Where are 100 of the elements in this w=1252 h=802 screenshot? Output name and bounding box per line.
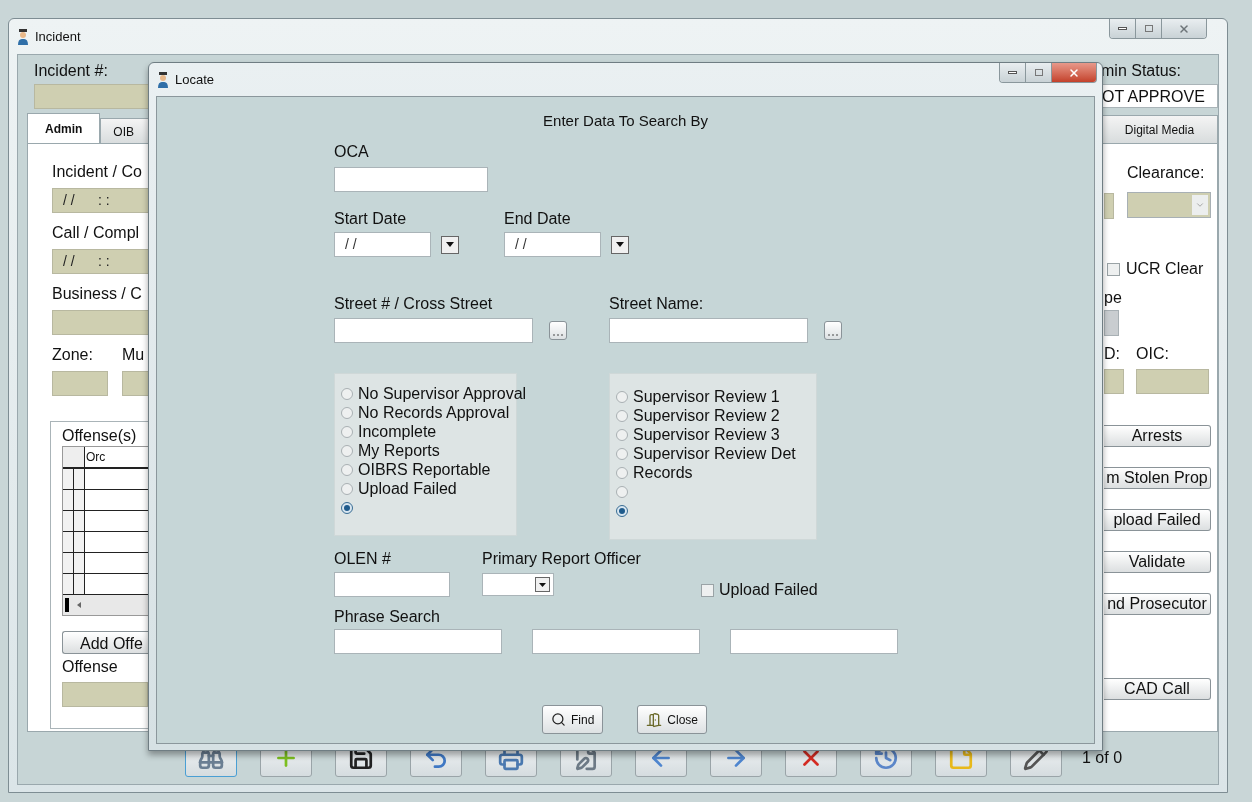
- field-label: Phrase Search: [334, 607, 441, 627]
- minimize-button[interactable]: [1000, 63, 1026, 82]
- field-label: Street # / Cross Street: [334, 294, 494, 314]
- caret-icon: [539, 582, 546, 587]
- phrase-field[interactable]: [532, 629, 700, 654]
- checkbox-label: Upload Failed: [719, 580, 818, 600]
- radio-button[interactable]: [341, 463, 353, 476]
- scroll-bar[interactable]: [63, 595, 149, 615]
- field-label: Call / Compl: [52, 223, 141, 243]
- dialog-heading: Enter Data To Search By: [542, 112, 709, 130]
- radio-label: My Reports: [358, 441, 440, 460]
- field-label: Offense: [62, 657, 119, 677]
- radio-button[interactable]: [616, 409, 628, 422]
- radio-button[interactable]: [616, 504, 628, 517]
- input-field[interactable]: [52, 310, 149, 335]
- row-header-cell: [63, 553, 85, 573]
- input-field[interactable]: [1104, 369, 1124, 394]
- radio-button[interactable]: [341, 444, 353, 457]
- input-field[interactable]: / / : :: [52, 249, 149, 274]
- dropdown-button[interactable]: [441, 235, 459, 254]
- radio-button[interactable]: [341, 406, 353, 419]
- radio-button[interactable]: [616, 390, 628, 403]
- radio-label: Supervisor Review 3: [633, 425, 780, 444]
- date-field[interactable]: / /: [334, 232, 431, 257]
- clearance-dropdown[interactable]: [1127, 192, 1211, 218]
- field-label: Primary Report Officer: [482, 549, 642, 569]
- status-field[interactable]: OT APPROVE: [1101, 84, 1218, 108]
- officer-icon: [157, 71, 169, 88]
- tab[interactable]: OIB: [100, 118, 149, 144]
- field-label: Incident #:: [34, 61, 109, 81]
- side-button[interactable]: pload Failed: [1104, 509, 1211, 531]
- oca-field[interactable]: [334, 167, 488, 192]
- side-button[interactable]: Arrests: [1104, 425, 1211, 447]
- type-dropdown[interactable]: [1104, 310, 1119, 336]
- offense-field[interactable]: [62, 682, 148, 707]
- record-count: 1 of 0: [1082, 748, 1123, 768]
- radio-label: No Supervisor Approval: [358, 384, 527, 403]
- field-label: Zone:: [52, 345, 94, 365]
- input-field[interactable]: / / : :: [52, 188, 149, 213]
- field-label: pe: [1104, 288, 1123, 308]
- find-button[interactable]: Find: [542, 705, 604, 734]
- close-button[interactable]: [1162, 19, 1206, 38]
- phrase-field[interactable]: [730, 629, 898, 654]
- door-icon: [646, 711, 663, 728]
- maximize-button[interactable]: [1136, 19, 1162, 38]
- incident-number-field[interactable]: [34, 84, 149, 109]
- close-button[interactable]: Close: [637, 705, 708, 734]
- olen-field[interactable]: [334, 572, 450, 597]
- field-label: End Date: [504, 209, 572, 229]
- checkbox[interactable]: [701, 583, 714, 597]
- side-button[interactable]: m Stolen Prop: [1104, 467, 1211, 489]
- field-label: Clearance:: [1127, 163, 1206, 183]
- radio-label: No Records Approval: [358, 403, 510, 422]
- radio-button[interactable]: [341, 387, 353, 400]
- radio-button[interactable]: [341, 425, 353, 438]
- date-field[interactable]: / /: [504, 232, 601, 257]
- tab[interactable]: Admin: [27, 113, 101, 144]
- side-button[interactable]: CAD Call: [1104, 678, 1211, 700]
- row-header-cell: [63, 532, 85, 552]
- radio-button[interactable]: [616, 447, 628, 460]
- dialog-title: Locate: [175, 71, 215, 89]
- field-label: Start Date: [334, 209, 408, 229]
- tab[interactable]: Digital Media: [1101, 115, 1218, 143]
- input-field[interactable]: [52, 371, 108, 396]
- row-header-cell: [63, 490, 85, 510]
- input-field[interactable]: [122, 371, 149, 396]
- radio-label: Supervisor Review 2: [633, 406, 780, 425]
- radio-label: Incomplete: [358, 422, 437, 441]
- field-label: OCA: [334, 142, 370, 162]
- radio-button[interactable]: [616, 428, 628, 441]
- close-button[interactable]: [1052, 63, 1096, 82]
- phrase-field[interactable]: [334, 629, 502, 654]
- street-field[interactable]: [609, 318, 808, 343]
- scroll-left-icon: [77, 602, 81, 608]
- checkbox[interactable]: [1107, 262, 1120, 276]
- radio-label: Supervisor Review Det: [633, 444, 796, 463]
- close-icon: [1178, 22, 1190, 35]
- field-label: D:: [1104, 344, 1121, 364]
- radio-label: Upload Failed: [358, 479, 457, 498]
- side-button[interactable]: Validate: [1104, 551, 1211, 573]
- add-offense-button[interactable]: Add Offe: [62, 631, 149, 654]
- side-button[interactable]: nd Prosecutor: [1104, 593, 1211, 615]
- minimize-button[interactable]: [1110, 19, 1136, 38]
- radio-label: Records: [633, 463, 693, 482]
- browse-button[interactable]: [549, 321, 567, 340]
- dropdown-button[interactable]: [611, 235, 629, 254]
- browse-button[interactable]: [824, 321, 842, 340]
- street-field[interactable]: [334, 318, 533, 343]
- radio-label: OIBRS Reportable: [358, 460, 491, 479]
- radio-button[interactable]: [341, 501, 353, 514]
- officer-dropdown[interactable]: [482, 573, 554, 596]
- maximize-button[interactable]: [1026, 63, 1052, 82]
- field-label: Incident / Co: [52, 162, 143, 182]
- input-field[interactable]: [1136, 369, 1209, 394]
- radio-button[interactable]: [616, 485, 628, 498]
- field-label: OIC:: [1136, 344, 1170, 364]
- radio-button[interactable]: [341, 482, 353, 495]
- input-field[interactable]: [1104, 193, 1114, 219]
- field-label: OLEN #: [334, 549, 392, 569]
- radio-button[interactable]: [616, 466, 628, 479]
